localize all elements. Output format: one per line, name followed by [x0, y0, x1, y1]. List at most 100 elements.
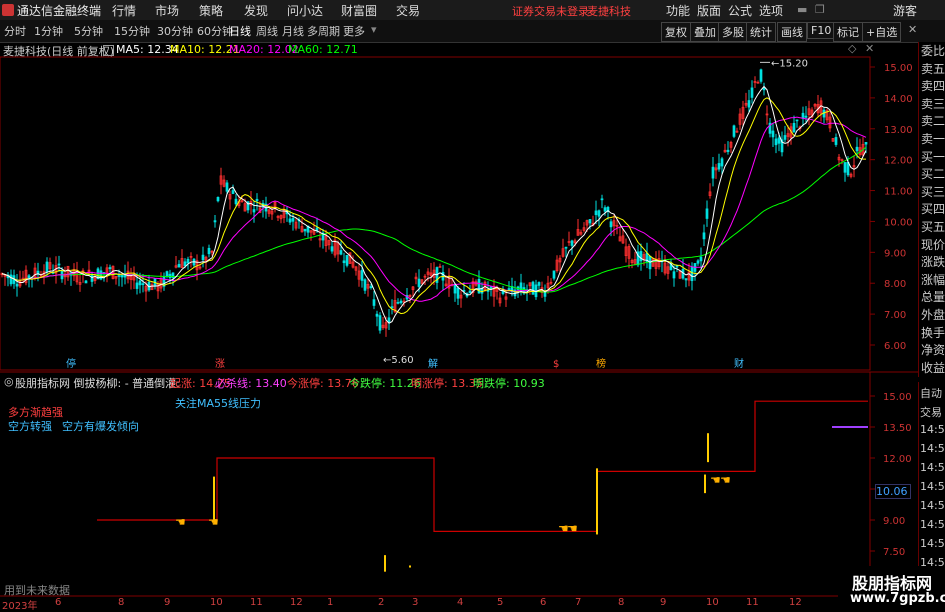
- candle-body: [564, 246, 568, 249]
- candle-body: [699, 256, 703, 262]
- side-item[interactable]: 买三: [921, 183, 945, 202]
- ma60-value: MA60: 12.71: [288, 43, 358, 56]
- candle-body: [792, 123, 796, 133]
- time-axis-label: 6: [55, 597, 62, 608]
- candle-body: [168, 273, 172, 279]
- candle-body: [369, 286, 373, 289]
- main-pane-frame: [0, 56, 871, 371]
- time-axis-label: 4: [457, 597, 464, 608]
- indicator-value: 明涨停: 13.35: [411, 377, 483, 390]
- candle-body: [177, 263, 181, 268]
- candle-body: [726, 149, 730, 152]
- price-tick-label: 7.00: [884, 310, 906, 321]
- time-axis-label: 9: [660, 597, 667, 608]
- event-marker: 停: [66, 357, 76, 370]
- side-item[interactable]: 卖一: [921, 130, 945, 149]
- price-tick-label: 12.00: [884, 156, 913, 167]
- candle-body: [696, 260, 700, 264]
- side-item[interactable]: 净资: [921, 341, 945, 360]
- event-marker: 解: [428, 357, 438, 370]
- candle-body: [291, 218, 295, 222]
- indicator-tick-label: 12.00: [883, 454, 912, 465]
- side-item[interactable]: 总量: [921, 288, 945, 307]
- candle-body: [390, 306, 394, 309]
- candle-body: [690, 267, 694, 282]
- time-axis-label: 11: [250, 597, 263, 608]
- time-axis: 2023年 6 8 9 10 11 12 1 2 3 4 5 6 7 8 9 10 11 12: [0, 597, 870, 612]
- settings-diamond-icon[interactable]: ◇: [848, 42, 856, 55]
- low-price-label: ←5.60: [383, 355, 414, 366]
- event-marker: 涨: [215, 358, 225, 370]
- future-data-note: 用到未来数据: [4, 584, 70, 597]
- trade-side-item[interactable]: 交易: [920, 404, 942, 420]
- price-tick-label: 6.00: [884, 341, 906, 352]
- side-item[interactable]: 外盘: [921, 306, 945, 325]
- candle-body: [609, 221, 613, 228]
- side-item[interactable]: 收益: [921, 359, 945, 378]
- hand-signal-icon: ☚: [567, 521, 578, 535]
- candle-body: [15, 283, 19, 287]
- candle-body: [600, 198, 604, 201]
- kline-chart[interactable]: 15.00 14.00 13.00 12.00 11.00 10.00 9.00 8.00 7.…: [0, 0, 945, 609]
- candle-body: [771, 130, 775, 138]
- side-item[interactable]: 涨跌: [921, 253, 945, 272]
- time-axis-label: 10: [706, 597, 719, 608]
- candle-body: [186, 258, 190, 264]
- event-marker: $: [553, 359, 559, 370]
- candle-body: [399, 300, 403, 304]
- candle-body: [531, 281, 535, 295]
- candle-body: [288, 218, 292, 223]
- side-item[interactable]: 现价: [921, 236, 945, 255]
- side-item[interactable]: 卖二: [921, 112, 945, 131]
- candle-body: [363, 279, 367, 291]
- event-marker: 榜: [596, 357, 606, 370]
- close-pane-icon[interactable]: ✕: [865, 42, 874, 55]
- indicator-value: 必杀线: 13.40: [215, 377, 287, 390]
- side-item[interactable]: 委比: [921, 42, 945, 61]
- candle-body: [594, 210, 598, 216]
- price-tick-label: 15.00: [884, 63, 913, 74]
- time-axis-label: 2023年: [2, 601, 38, 612]
- candle-body: [360, 270, 364, 281]
- candle-body: [135, 282, 139, 289]
- indicator-toggle-icon[interactable]: ◎: [4, 375, 14, 388]
- candle-body: [417, 278, 421, 287]
- candle-body: [750, 87, 754, 98]
- side-item[interactable]: 买二: [921, 165, 945, 184]
- note-bear: 空方转强: [8, 420, 52, 433]
- candle-body: [213, 220, 217, 223]
- candle-body: [108, 267, 112, 270]
- candle-body: [342, 260, 346, 264]
- side-item[interactable]: 卖四: [921, 77, 945, 96]
- hand-signal-icon: ☚: [720, 473, 731, 487]
- note-ma55: 关注MA55线压力: [175, 397, 262, 410]
- side-item[interactable]: 涨幅: [921, 271, 945, 290]
- time-axis-label: 1: [327, 597, 334, 608]
- candle-body: [702, 232, 706, 240]
- candle-body: [468, 290, 472, 294]
- candle-body: [90, 274, 94, 282]
- candle-body: [588, 219, 592, 224]
- side-item[interactable]: 卖三: [921, 95, 945, 114]
- time-axis-label: 3: [412, 597, 419, 608]
- side-item[interactable]: 买一: [921, 148, 945, 167]
- candle-body: [453, 283, 457, 294]
- candle-body: [597, 210, 601, 217]
- side-item[interactable]: 买四: [921, 200, 945, 219]
- time-axis-label: 12: [789, 597, 802, 608]
- candle-body: [207, 247, 211, 255]
- side-item[interactable]: 换手: [921, 324, 945, 343]
- time-item: 14:56: [920, 442, 945, 455]
- side-item[interactable]: 卖五: [921, 60, 945, 79]
- hand-signal-icon: ☚: [208, 515, 219, 529]
- legend-toggle-icon[interactable]: [103, 45, 114, 56]
- candle-body: [165, 271, 169, 277]
- time-axis-label: 11: [746, 597, 759, 608]
- candle-body: [183, 261, 187, 267]
- candle-body: [387, 317, 391, 323]
- candle-body: [84, 280, 88, 284]
- indicator-value: 今涨停: 13.76: [287, 377, 359, 390]
- candle-body: [843, 162, 847, 173]
- trade-side-item[interactable]: 自动: [920, 385, 942, 401]
- side-item[interactable]: 买五: [921, 218, 945, 237]
